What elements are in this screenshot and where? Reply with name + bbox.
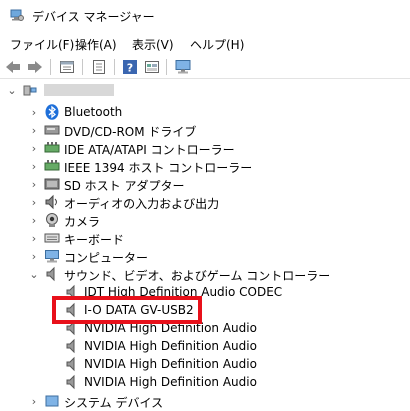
bluetooth-icon <box>44 104 60 120</box>
speaker-icon <box>64 338 80 354</box>
menu-help[interactable]: ヘルプ(H) <box>190 36 244 53</box>
toolbar-separator <box>166 59 167 75</box>
help-icon[interactable]: ? <box>121 58 139 76</box>
menu-view[interactable]: 表示(V) <box>132 36 174 53</box>
tree-item-keyboard[interactable]: › キーボード <box>0 228 410 248</box>
tree-item-label: NVIDIA High Definition Audio <box>84 357 257 371</box>
tree-item-bluetooth[interactable]: › Bluetooth <box>0 102 410 122</box>
keyboard-icon <box>44 230 60 246</box>
ide-controller-icon <box>44 140 60 156</box>
chevron-right-icon[interactable]: › <box>28 158 40 174</box>
camera-icon <box>44 212 60 228</box>
toolbar-separator <box>82 59 83 75</box>
chevron-down-icon[interactable]: ⌄ <box>28 266 40 282</box>
chevron-right-icon[interactable]: › <box>28 393 40 409</box>
tree-child-nvidia-audio[interactable]: NVIDIA High Definition Audio <box>0 354 410 374</box>
speaker-icon <box>44 266 60 282</box>
tree-item-ieee1394[interactable]: › IEEE 1394 ホスト コントローラー <box>0 156 410 176</box>
computer-root-icon <box>22 82 38 98</box>
tree-child-nvidia-audio[interactable]: NVIDIA High Definition Audio <box>0 336 410 356</box>
tree-item-label: システム デバイス <box>64 396 164 410</box>
system-device-icon <box>44 393 60 409</box>
chevron-right-icon[interactable]: › <box>28 140 40 156</box>
computer-name <box>44 84 114 96</box>
monitor-icon[interactable] <box>174 58 192 76</box>
chevron-right-icon[interactable]: › <box>28 248 40 264</box>
tree-item-label: NVIDIA High Definition Audio <box>84 339 257 353</box>
tree-item-sd-host[interactable]: › SD ホスト アダプター <box>0 174 410 194</box>
speaker-icon <box>64 374 80 390</box>
dvd-drive-icon <box>44 122 60 138</box>
properties-icon[interactable] <box>58 58 76 76</box>
forward-arrow-icon[interactable] <box>26 58 44 76</box>
chevron-right-icon[interactable]: › <box>28 194 40 210</box>
window-title: デバイス マネージャー <box>32 10 155 24</box>
update-driver-icon[interactable] <box>90 58 108 76</box>
ieee1394-icon <box>44 158 60 174</box>
sd-host-icon <box>44 176 60 192</box>
back-arrow-icon[interactable] <box>4 58 22 76</box>
chevron-right-icon[interactable]: › <box>28 212 40 228</box>
chevron-right-icon[interactable]: › <box>28 122 40 138</box>
chevron-right-icon[interactable]: › <box>28 104 40 120</box>
device-tree: ⌄ › Bluetooth › DVD/CD-ROM ドライブ › IDE AT… <box>0 80 410 411</box>
menu-action[interactable]: 操作(A) <box>75 36 117 53</box>
view-icon[interactable] <box>143 58 161 76</box>
tree-item-system-devices[interactable]: › システム デバイス <box>0 391 410 411</box>
tree-item-sound-video-game[interactable]: ⌄ サウンド、ビデオ、およびゲーム コントローラー <box>0 264 410 284</box>
menu-file[interactable]: ファイル(F) <box>10 36 74 53</box>
tree-item-camera[interactable]: › カメラ <box>0 210 410 230</box>
speaker-icon <box>64 356 80 372</box>
tree-item-label: Bluetooth <box>64 105 123 119</box>
chevron-right-icon[interactable]: › <box>28 230 40 246</box>
tree-root[interactable]: ⌄ <box>0 80 410 100</box>
chevron-right-icon[interactable]: › <box>28 176 40 192</box>
device-manager-icon <box>10 8 24 22</box>
highlight-box <box>52 296 202 324</box>
tree-item-computer[interactable]: › コンピューター <box>0 246 410 266</box>
tree-child-nvidia-audio[interactable]: NVIDIA High Definition Audio <box>0 372 410 392</box>
menu-bar: ファイル(F) 操作(A) 表示(V) ヘルプ(H) <box>0 32 410 54</box>
tree-item-label: NVIDIA High Definition Audio <box>84 375 257 389</box>
tree-item-dvd[interactable]: › DVD/CD-ROM ドライブ <box>0 120 410 140</box>
tree-item-audio-io[interactable]: › オーディオの入力および出力 <box>0 192 410 212</box>
chevron-down-icon[interactable]: ⌄ <box>6 82 18 98</box>
tree-item-ide[interactable]: › IDE ATA/ATAPI コントローラー <box>0 138 410 158</box>
svg-text:?: ? <box>127 62 133 75</box>
toolbar-separator <box>114 59 115 75</box>
toolbar: ? <box>0 56 410 79</box>
toolbar-separator <box>50 59 51 75</box>
audio-io-icon <box>44 194 60 210</box>
computer-icon <box>44 248 60 264</box>
title-bar: デバイス マネージャー <box>0 0 410 32</box>
